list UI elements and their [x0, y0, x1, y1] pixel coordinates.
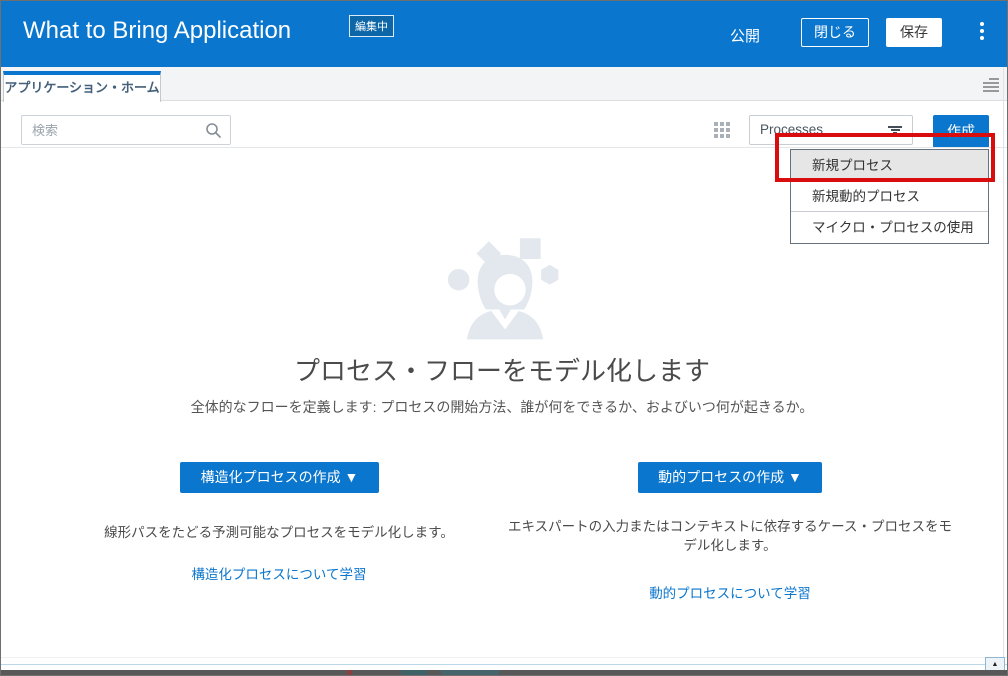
- create-dynamic-process-button[interactable]: 動的プロセスの作成 ▼: [638, 462, 822, 493]
- tab-bar: アプリケーション・ホーム: [1, 67, 1007, 101]
- search-input[interactable]: [22, 116, 230, 144]
- editing-status-badge: 編集中: [349, 15, 394, 37]
- create-dropdown-menu: 新規プロセス 新規動的プロセス マイクロ・プロセスの使用: [790, 149, 989, 244]
- menu-item-new-process[interactable]: 新規プロセス: [791, 150, 988, 181]
- view-select[interactable]: Processes: [749, 115, 913, 145]
- scroll-track-line: [1, 664, 1007, 665]
- search-box: [21, 115, 231, 145]
- grid-view-icon[interactable]: [714, 122, 731, 139]
- publish-button[interactable]: 公開: [730, 25, 760, 46]
- application-window: What to Bring Application 編集中 公開 閉じる 保存 …: [0, 0, 1008, 676]
- learn-dynamic-process-link[interactable]: 動的プロセスについて学習: [506, 582, 954, 602]
- dynamic-process-description: エキスパートの入力またはコンテキストに依存するケース・プロセスをモデル化します。: [506, 517, 954, 555]
- kebab-menu-icon[interactable]: [977, 22, 987, 48]
- app-header: What to Bring Application 編集中 公開 閉じる 保存: [1, 1, 1007, 67]
- create-structured-process-button[interactable]: 構造化プロセスの作成 ▼: [180, 462, 379, 493]
- page-subtitle: 全体的なフローを定義します: プロセスの開始方法、誰が何をできるか、およびいつ何…: [1, 397, 1003, 417]
- window-bottom-edge: [1, 670, 1007, 676]
- view-select-value: Processes: [760, 122, 823, 137]
- chevron-down-icon: [888, 126, 902, 135]
- save-button[interactable]: 保存: [886, 18, 942, 47]
- tab-application-home[interactable]: アプリケーション・ホーム: [3, 71, 161, 102]
- learn-structured-process-link[interactable]: 構造化プロセスについて学習: [59, 563, 499, 583]
- menu-item-new-dynamic-process[interactable]: 新規動的プロセス: [791, 181, 988, 212]
- person-with-shapes-icon: [447, 232, 563, 344]
- search-icon: [205, 122, 222, 139]
- tab-list-menu-icon[interactable]: [983, 78, 999, 92]
- structured-process-description: 線形パスをたどる予測可能なプロセスをモデル化します。: [59, 523, 499, 542]
- right-edge-line: [1003, 67, 1004, 664]
- create-button[interactable]: 作成: [933, 115, 989, 148]
- menu-item-use-micro-process[interactable]: マイクロ・プロセスの使用: [791, 212, 988, 243]
- page-title: プロセス・フローをモデル化します: [1, 351, 1003, 388]
- close-button[interactable]: 閉じる: [801, 18, 869, 47]
- content-bottom-divider: [1, 657, 1007, 658]
- app-title: What to Bring Application: [23, 17, 291, 45]
- toolbar-divider: [1, 147, 1007, 148]
